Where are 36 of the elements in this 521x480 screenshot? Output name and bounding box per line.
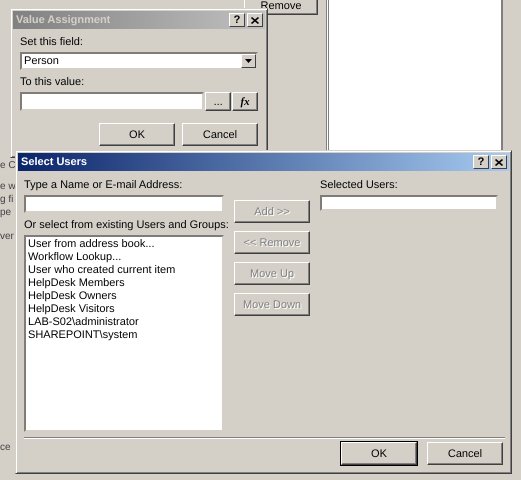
user-list-item[interactable]: SHAREPOINT\system [28,329,220,342]
close-button[interactable] [491,155,507,169]
dialog-button[interactable]: OK [99,123,175,146]
close-button[interactable] [247,13,263,27]
label-fragment: e w [0,181,16,192]
user-list-item[interactable]: User from address book... [28,238,220,251]
user-list-item[interactable]: LAB-S02\administrator [28,316,220,329]
name-input[interactable] [24,195,224,213]
user-list-item[interactable]: User who created current item [28,264,220,277]
label-fragment: ver [0,231,14,242]
label-fragment: ce [0,442,11,453]
value-input[interactable] [20,92,204,111]
dialog-button[interactable]: Cancel [427,442,503,465]
close-icon [495,158,503,166]
window-title: Value Assignment [16,14,110,26]
dialog-button[interactable]: Cancel [182,123,258,146]
help-button[interactable]: ? [229,13,245,27]
name-label: Type a Name or E-mail Address: [24,178,184,192]
label-fragment: g fi [0,194,14,205]
help-button[interactable]: ? [473,155,489,169]
window-title: Select Users [21,156,88,168]
user-list-item[interactable]: HelpDesk Owners [28,290,220,303]
selected-users-input[interactable] [320,195,498,211]
value-label: To this value: [20,75,86,89]
selected-users-label: Selected Users: [320,178,399,192]
user-list-item[interactable]: HelpDesk Visitors [28,303,220,316]
label-fragment: e C [0,160,16,171]
field-dropdown[interactable]: Person [20,52,258,70]
field-label: Set this field: [20,35,84,49]
close-icon [251,16,259,24]
user-list-item[interactable]: HelpDesk Members [28,277,220,290]
user-list-item[interactable]: Workflow Lookup... [28,251,220,264]
browse-button[interactable]: ... [205,92,232,111]
dialog-button[interactable]: OK [341,442,417,465]
formula-button[interactable]: fx [232,92,258,111]
label-fragment: pe [0,207,12,218]
